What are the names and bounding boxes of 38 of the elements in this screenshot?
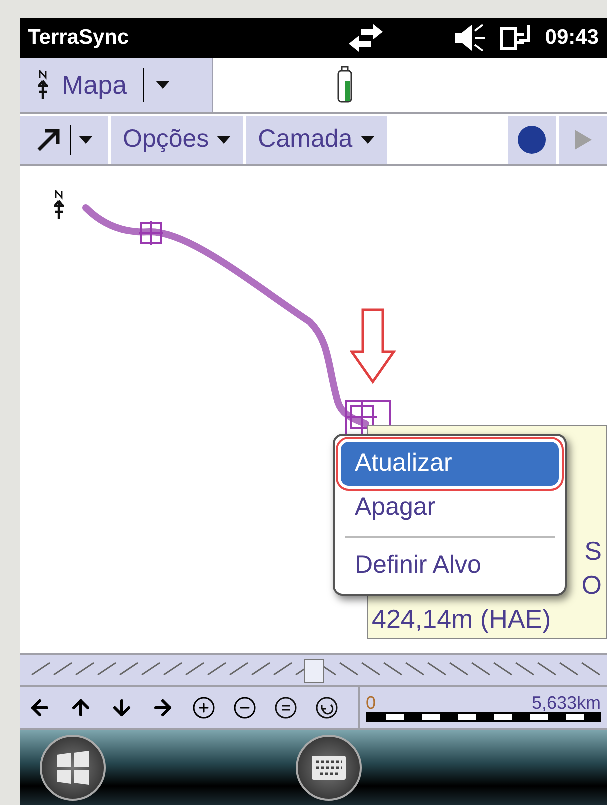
north-arrow-icon <box>52 190 66 220</box>
pointer-tool-button[interactable] <box>20 116 108 164</box>
connectivity-icon <box>347 23 386 53</box>
north-arrow-icon <box>36 70 50 100</box>
record-button[interactable] <box>508 116 556 164</box>
menu-item[interactable]: Apagar <box>341 486 559 530</box>
scale-start-label: 0 <box>366 694 376 712</box>
slider-thumb[interactable] <box>304 659 324 683</box>
zoom-in-button[interactable] <box>192 696 216 720</box>
zoom-slider[interactable] <box>20 653 607 685</box>
menu-item[interactable]: Atualizar <box>341 442 559 486</box>
info-text: O <box>582 569 602 602</box>
info-text: 424,14m (HAE) <box>372 603 552 636</box>
caret-icon <box>156 81 170 89</box>
play-icon <box>573 129 593 151</box>
windows-logo-icon <box>55 750 91 784</box>
circle-icon <box>517 125 547 155</box>
battery-icon <box>337 66 353 104</box>
toolbar-dropdown-button[interactable]: Camada <box>246 116 387 164</box>
zoom-extent-button[interactable] <box>274 696 298 720</box>
down-arrow-icon <box>350 308 396 384</box>
app-title: TerraSync <box>28 25 130 52</box>
zoom-previous-button[interactable] <box>315 696 339 720</box>
keyboard-icon <box>311 754 347 780</box>
info-text: S <box>584 535 602 568</box>
toolbar-dropdown-button[interactable]: Opções <box>111 116 244 164</box>
clock-time: 09:43 <box>545 25 599 52</box>
menu-item[interactable]: Definir Alvo <box>341 544 559 588</box>
waypoint-marker <box>139 221 163 245</box>
caret-icon <box>78 136 92 144</box>
speaker-muted-icon <box>453 23 488 53</box>
caret-icon <box>217 136 232 144</box>
zoom-out-button[interactable] <box>233 696 257 720</box>
diagonal-arrow-icon <box>36 127 62 153</box>
caret-icon <box>360 136 375 144</box>
view-menu-button[interactable]: Mapa <box>20 58 213 112</box>
scale-end-label: 5,633km <box>532 694 601 712</box>
power-plug-icon <box>499 23 534 53</box>
